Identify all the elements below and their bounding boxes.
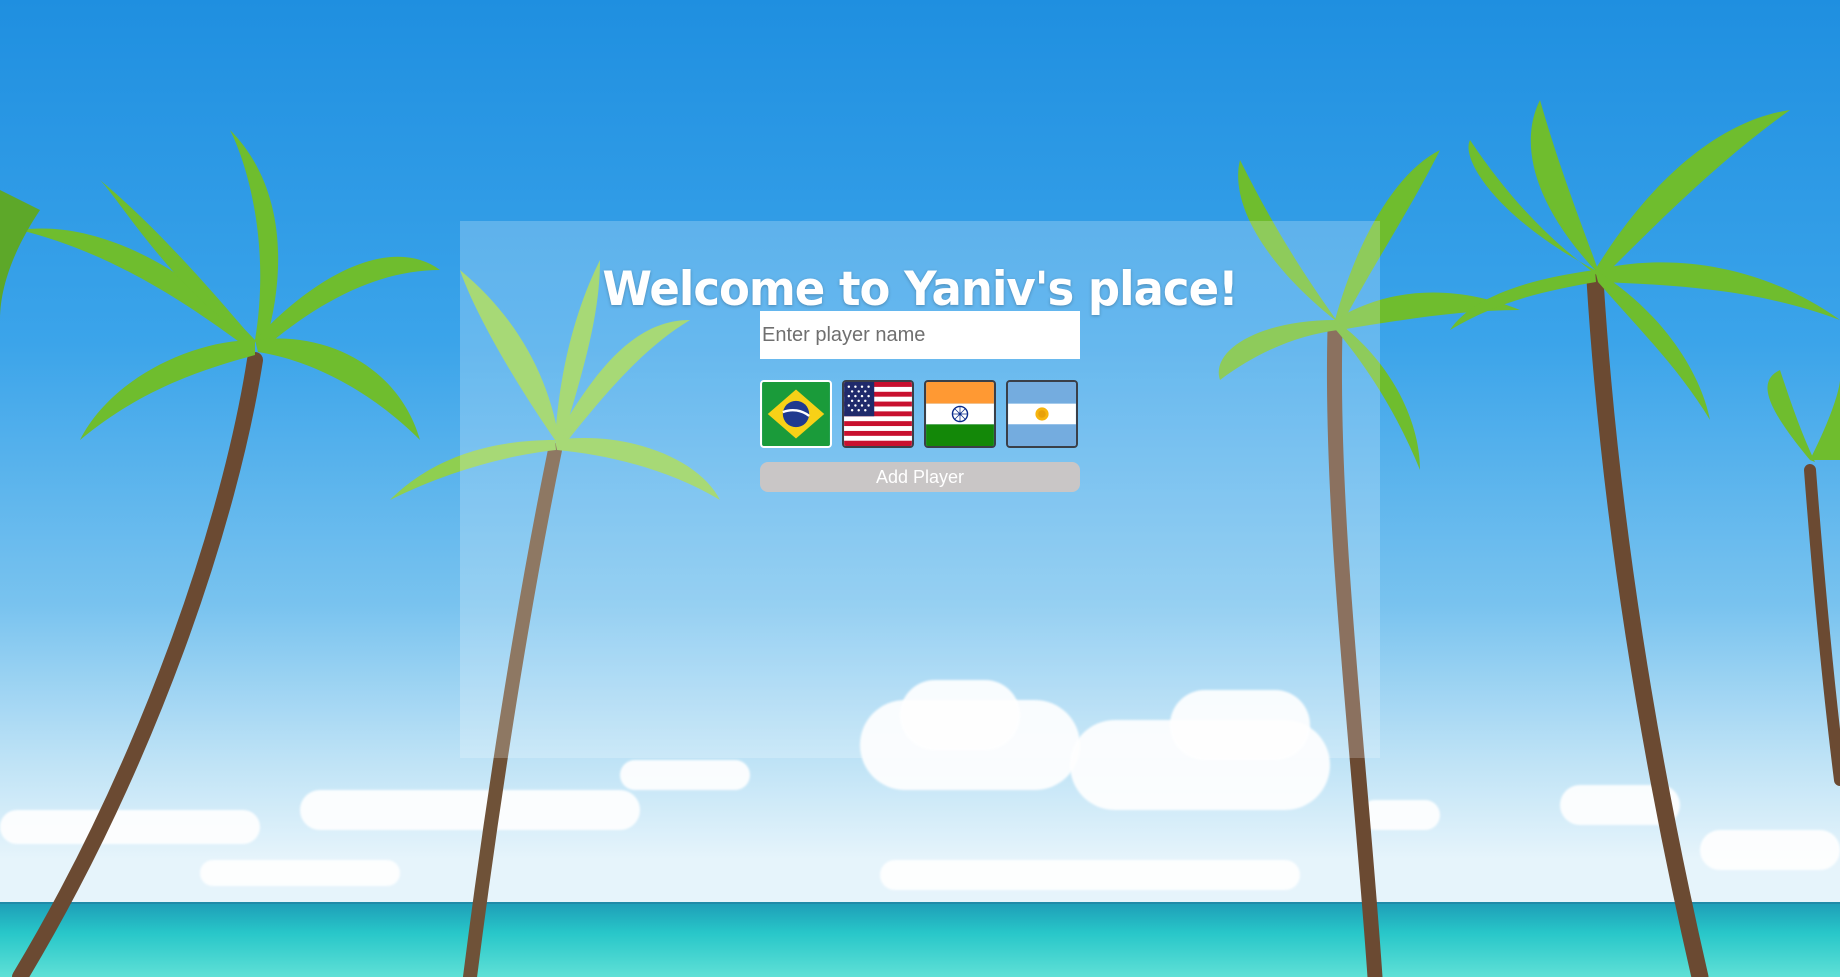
usa-flag-icon [844, 382, 912, 446]
add-player-button[interactable]: Add Player [760, 462, 1080, 492]
india-flag-icon [926, 382, 994, 446]
beach-background: Welcome to Yaniv's place! Enter player n… [0, 0, 1840, 977]
brazil-flag-icon [762, 382, 830, 446]
page-title: Welcome to Yaniv's place! [602, 260, 1238, 317]
flag-option-india[interactable] [924, 380, 996, 448]
flag-option-argentina[interactable] [1006, 380, 1078, 448]
player-name-input[interactable] [760, 311, 1080, 359]
flag-option-brazil[interactable] [760, 380, 832, 448]
argentina-flag-icon [1008, 382, 1076, 446]
flag-option-usa[interactable] [842, 380, 914, 448]
flag-selector [760, 380, 1082, 448]
